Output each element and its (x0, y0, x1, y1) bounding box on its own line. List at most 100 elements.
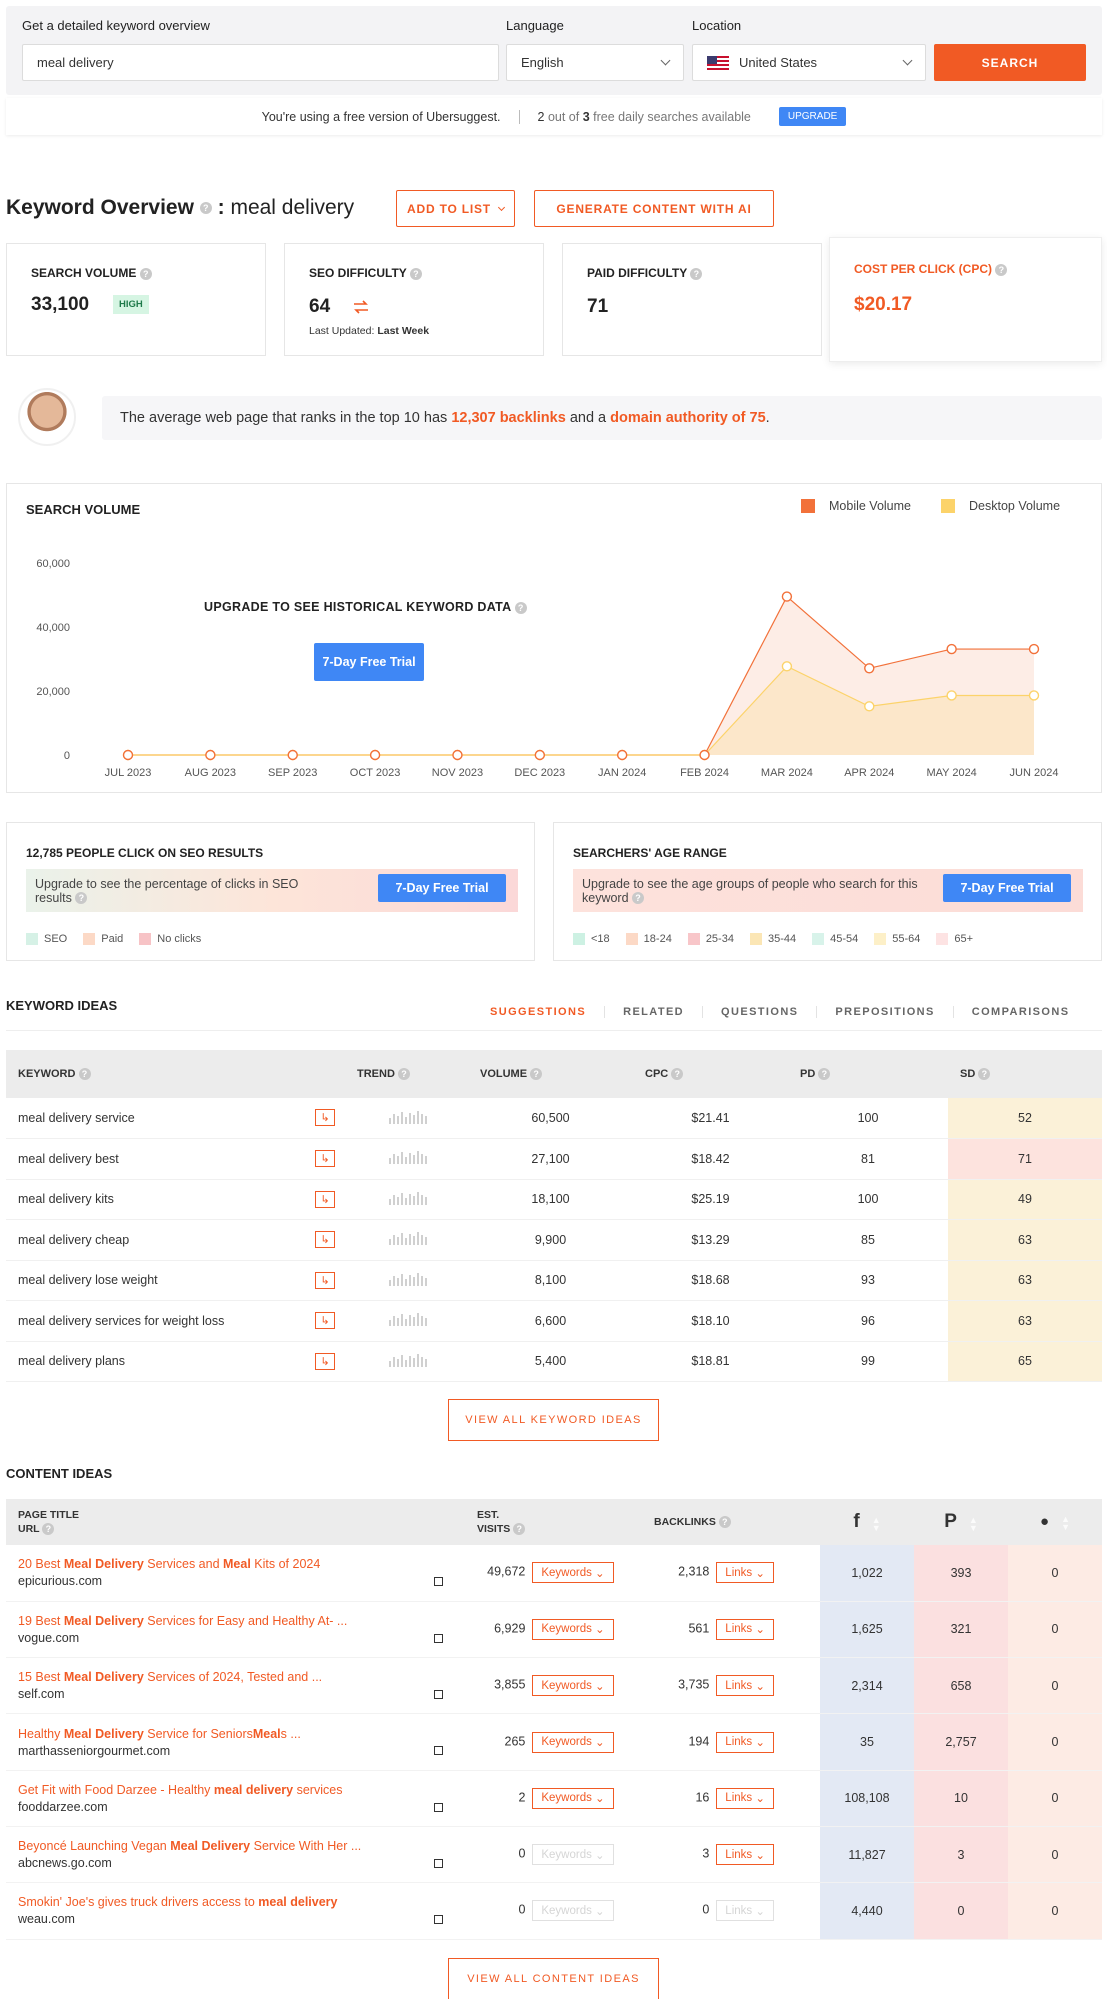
col-est-visits[interactable]: EST. VISITS ? (465, 1499, 642, 1545)
col-cpc[interactable]: CPC ? (633, 1050, 788, 1098)
keyword-cell[interactable]: meal delivery best ↳ (6, 1138, 345, 1180)
help-icon[interactable]: ? (75, 892, 88, 905)
keywords-dropdown-button[interactable]: Keywords ⌄ (532, 1787, 614, 1809)
table-row[interactable]: Get Fit with Food Darzee - Healthy meal … (6, 1770, 1102, 1827)
help-icon[interactable]: ? (995, 263, 1008, 276)
links-dropdown-button[interactable]: Links ⌄ (716, 1618, 774, 1640)
generate-content-button[interactable]: GENERATE CONTENT WITH AI (534, 190, 774, 227)
links-dropdown-button[interactable]: Links ⌄ (716, 1731, 774, 1753)
open-keyword-icon[interactable]: ↳ (315, 1352, 335, 1370)
keyword-cell[interactable]: meal delivery service ↳ (6, 1098, 345, 1139)
col-backlinks[interactable]: BACKLINKS ? (642, 1499, 820, 1545)
open-keyword-icon[interactable]: ↳ (315, 1231, 335, 1248)
table-row[interactable]: meal delivery kits ↳ 18,100 $25.19 100 49 (6, 1179, 1102, 1220)
open-keyword-icon[interactable]: ↳ (315, 1312, 335, 1329)
help-icon[interactable]: ? (514, 601, 527, 614)
keyword-search-input[interactable]: meal delivery (22, 44, 499, 81)
age-range-trial-button[interactable]: 7-Day Free Trial (943, 874, 1071, 902)
add-to-list-button[interactable]: ADD TO LIST (396, 190, 515, 227)
open-keyword-icon[interactable]: ↳ (315, 1190, 335, 1208)
view-all-content-ideas-button[interactable]: VIEW ALL CONTENT IDEAS (448, 1958, 659, 1999)
refresh-icon[interactable] (351, 298, 371, 316)
free-trial-button[interactable]: 7-Day Free Trial (314, 643, 424, 681)
links-dropdown-button[interactable]: Links ⌄ (716, 1562, 774, 1584)
search-button[interactable]: SEARCH (934, 44, 1086, 81)
help-icon[interactable]: ? (199, 202, 212, 215)
location-select[interactable]: United States (692, 44, 926, 81)
table-row[interactable]: meal delivery service ↳ 60,500 $21.41 100 52 (6, 1098, 1102, 1139)
page-title-cell[interactable]: Smokin' Joe's gives truck drivers access… (6, 1882, 465, 1940)
links-dropdown-button[interactable]: Links ⌄ (716, 1787, 774, 1809)
page-title-cell[interactable]: 15 Best Meal Delivery Services of 2024, … (6, 1657, 465, 1715)
help-icon[interactable]: ? (690, 267, 703, 280)
help-icon[interactable]: ? (632, 892, 645, 905)
keywords-dropdown-button[interactable]: Keywords ⌄ (532, 1844, 614, 1866)
tab-related[interactable]: RELATED (604, 1006, 702, 1018)
table-row[interactable]: meal delivery services for weight loss ↳ 6… (6, 1300, 1102, 1342)
external-link-icon[interactable] (434, 1577, 443, 1586)
page-title-cell[interactable]: Beyoncé Launching Vegan Meal Delivery Se… (6, 1826, 465, 1884)
col-pinterest[interactable]: P ▲ ▼ (914, 1499, 1008, 1545)
col-trend[interactable]: TREND ? (345, 1050, 468, 1098)
page-title-cell[interactable]: 20 Best Meal Delivery Services and Meal … (6, 1545, 465, 1602)
col-pd[interactable]: PD ? (788, 1050, 948, 1098)
page-title-link[interactable]: Beyoncé Launching Vegan Meal Delivery Se… (18, 1839, 465, 1853)
keywords-dropdown-button[interactable]: Keywords ⌄ (532, 1731, 614, 1753)
keyword-cell[interactable]: meal delivery plans ↳ (6, 1341, 345, 1382)
table-row[interactable]: meal delivery cheap ↳ 9,900 $13.29 85 63 (6, 1219, 1102, 1261)
table-row[interactable]: meal delivery plans ↳ 5,400 $18.81 99 65 (6, 1341, 1102, 1382)
help-icon[interactable]: ? (139, 267, 152, 280)
external-link-icon[interactable] (434, 1746, 443, 1756)
page-title-cell[interactable]: Get Fit with Food Darzee - Healthy meal … (6, 1770, 465, 1827)
keyword-cell[interactable]: meal delivery lose weight ↳ (6, 1260, 345, 1301)
tab-comparisons[interactable]: COMPARISONS (952, 1006, 1088, 1018)
upgrade-button[interactable]: UPGRADE (778, 107, 847, 126)
external-link-icon[interactable] (434, 1915, 443, 1925)
external-link-icon[interactable] (434, 1690, 443, 1700)
table-row[interactable]: Smokin' Joe's gives truck drivers access… (6, 1882, 1102, 1940)
external-link-icon[interactable] (434, 1802, 443, 1812)
open-keyword-icon[interactable]: ↳ (315, 1271, 335, 1289)
table-row[interactable]: Healthy Meal Delivery Service for Senior… (6, 1713, 1102, 1771)
keywords-dropdown-button[interactable]: Keywords ⌄ (532, 1562, 614, 1584)
table-row[interactable]: Beyoncé Launching Vegan Meal Delivery Se… (6, 1826, 1102, 1884)
tab-questions[interactable]: QUESTIONS (702, 1006, 816, 1018)
external-link-icon[interactable] (434, 1858, 443, 1868)
keywords-dropdown-button[interactable]: Keywords ⌄ (532, 1900, 614, 1922)
view-all-keyword-ideas-button[interactable]: VIEW ALL KEYWORD IDEAS (448, 1399, 659, 1441)
page-title-link[interactable]: 20 Best Meal Delivery Services and Meal … (18, 1557, 465, 1571)
col-volume[interactable]: VOLUME ? (468, 1050, 633, 1098)
tab-suggestions[interactable]: SUGGESTIONS (472, 1006, 604, 1018)
external-link-icon[interactable] (434, 1633, 443, 1643)
language-select[interactable]: English (506, 44, 684, 81)
page-title-link[interactable]: Healthy Meal Delivery Service for Senior… (18, 1727, 465, 1741)
page-title-link[interactable]: Smokin' Joe's gives truck drivers access… (18, 1895, 465, 1909)
keyword-cell[interactable]: meal delivery kits ↳ (6, 1179, 345, 1220)
page-title-link[interactable]: Get Fit with Food Darzee - Healthy meal … (18, 1783, 465, 1797)
page-title-link[interactable]: 19 Best Meal Delivery Services for Easy … (18, 1614, 465, 1628)
table-row[interactable]: meal delivery best ↳ 27,100 $18.42 81 71 (6, 1138, 1102, 1180)
tab-prepositions[interactable]: PREPOSITIONS (816, 1006, 952, 1018)
links-dropdown-button[interactable]: Links ⌄ (716, 1675, 774, 1697)
open-keyword-icon[interactable]: ↳ (315, 1150, 335, 1167)
links-dropdown-button[interactable]: Links ⌄ (716, 1844, 774, 1866)
table-row[interactable]: meal delivery lose weight ↳ 8,100 $18.68 93 6… (6, 1260, 1102, 1301)
col-keyword[interactable]: KEYWORD ? (6, 1050, 345, 1098)
page-title-cell[interactable]: 19 Best Meal Delivery Services for Easy … (6, 1601, 465, 1659)
keywords-dropdown-button[interactable]: Keywords ⌄ (532, 1675, 614, 1697)
table-row[interactable]: 19 Best Meal Delivery Services for Easy … (6, 1601, 1102, 1659)
col-sd[interactable]: SD ? (948, 1050, 1102, 1098)
keyword-cell[interactable]: meal delivery services for weight loss ↳ (6, 1300, 345, 1342)
seo-clicks-trial-button[interactable]: 7-Day Free Trial (378, 874, 506, 902)
page-title-link[interactable]: 15 Best Meal Delivery Services of 2024, … (18, 1670, 465, 1684)
table-row[interactable]: 20 Best Meal Delivery Services and Meal … (6, 1545, 1102, 1602)
col-page-title[interactable]: PAGE TITLE URL ? (6, 1499, 465, 1545)
links-dropdown-button[interactable]: Links ⌄ (716, 1900, 774, 1922)
keyword-cell[interactable]: meal delivery cheap ↳ (6, 1219, 345, 1261)
col-facebook[interactable]: f ▲ ▼ (820, 1499, 914, 1545)
help-icon[interactable]: ? (409, 267, 422, 280)
keywords-dropdown-button[interactable]: Keywords ⌄ (532, 1618, 614, 1640)
table-row[interactable]: 15 Best Meal Delivery Services of 2024, … (6, 1657, 1102, 1715)
col-reddit[interactable]: ● ▲ ▼ (1008, 1499, 1102, 1545)
page-title-cell[interactable]: Healthy Meal Delivery Service for Senior… (6, 1713, 465, 1771)
